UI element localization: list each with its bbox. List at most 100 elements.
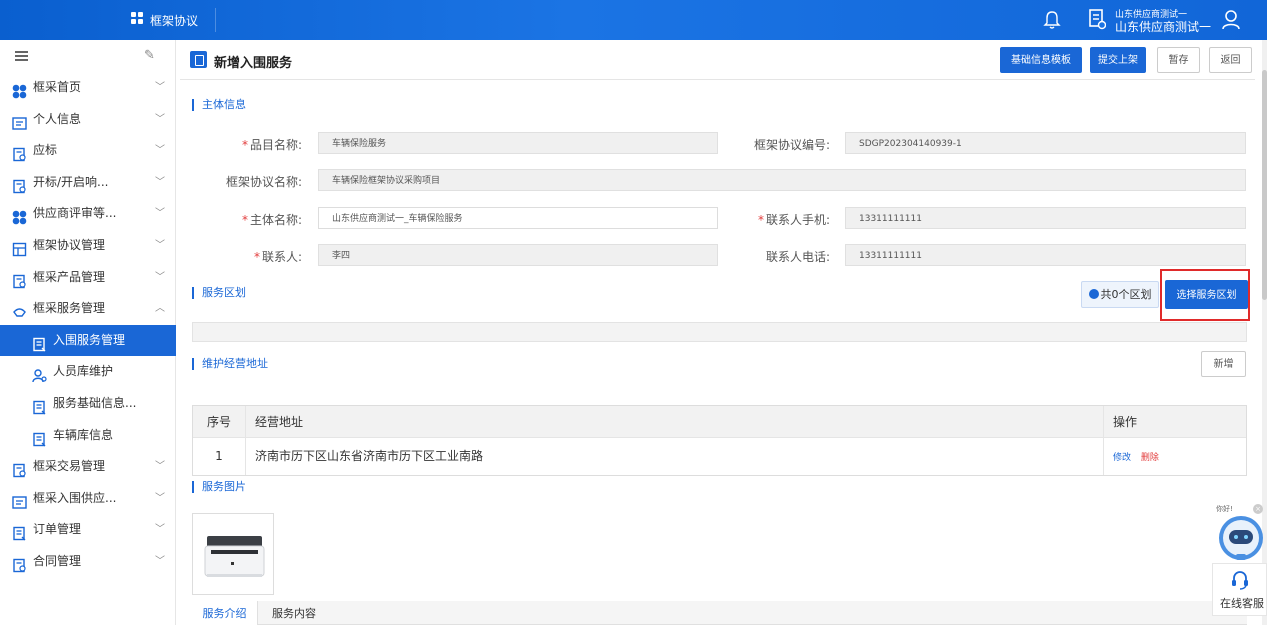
sidebar-item-label: 框采首页	[33, 80, 82, 94]
sidebar-item[interactable]: 个人信息 ﹀	[0, 104, 176, 135]
subject-name-label: * 主体名称:	[241, 213, 302, 227]
table-header-row: 序号 经营地址 操作	[193, 406, 1246, 438]
sidebar-item[interactable]: 合同管理 ﹀	[0, 546, 176, 577]
table-row: 1 济南市历下区山东省济南市历下区工业南路 修改 删除	[193, 438, 1246, 475]
sidebar-subitem[interactable]: 人员库维护	[0, 356, 176, 387]
doc-icon	[12, 459, 27, 478]
sidebar-item-label: 框采服务管理	[33, 301, 106, 316]
draft-button[interactable]: 暂存	[1157, 47, 1200, 73]
section-title-images: 服务图片	[192, 481, 246, 493]
col-header-address: 经营地址	[255, 415, 304, 429]
sidebar-item[interactable]: 开标/开启响... ﹀	[0, 167, 176, 198]
sidebar-item-label: 人员库维护	[53, 364, 114, 379]
service-image-thumbnail[interactable]	[192, 513, 274, 595]
sidebar-item-label: 服务基础信息...	[53, 396, 137, 410]
apps-grid-icon[interactable]	[131, 12, 144, 25]
online-service-label: 在线客服	[1220, 597, 1264, 610]
add-address-button[interactable]: 新增	[1201, 351, 1246, 377]
user-name-label[interactable]: 山东供应商测试一	[1115, 18, 1211, 35]
main-content: 新增入围服务 基础信息模板 提交上架 暂存 返回 主体信息 * 品目名称: 车辆保…	[180, 40, 1267, 625]
sidebar-item-label: 框架协议管理	[33, 238, 106, 252]
online-service-widget[interactable]: 在线客服	[1212, 563, 1267, 616]
doc-icon	[12, 175, 27, 193]
doc-icon	[12, 554, 27, 573]
item-name-label: * 品目名称:	[241, 138, 302, 152]
doc-icon	[12, 143, 27, 162]
agreement-name-field[interactable]: 车辆保险框架协议采购项目	[318, 169, 1246, 191]
divider	[215, 8, 216, 32]
doc-icon	[12, 270, 27, 288]
sidebar-item[interactable]: 供应商评审等... ﹀	[0, 198, 176, 229]
page-header: 新增入围服务 基础信息模板 提交上架 暂存 返回	[180, 40, 1255, 80]
id-card-icon	[12, 491, 27, 509]
info-icon	[1088, 289, 1099, 299]
chevron-down-icon: ﹀	[155, 176, 165, 188]
submit-button[interactable]: 提交上架	[1090, 47, 1146, 73]
user-avatar-icon[interactable]	[1221, 9, 1241, 30]
phone-field[interactable]: 13311111111	[845, 244, 1246, 266]
menu-toggle-icon[interactable]	[15, 51, 28, 61]
sidebar-item[interactable]: 框采服务管理 ︿	[0, 293, 176, 324]
agreement-no-field[interactable]: SDGP202304140939-1	[845, 132, 1246, 154]
row-actions: 修改 删除	[1103, 438, 1246, 475]
top-bar: 框架协议 山东供应商测试一 山东供应商测试一	[0, 0, 1267, 40]
sidebar-subitem[interactable]: 车辆库信息	[0, 420, 176, 451]
sidebar-item-label: 合同管理	[33, 554, 82, 568]
col-header-actions: 操作	[1103, 406, 1246, 437]
sidebar-item-label: 框采入围供应...	[33, 490, 117, 505]
sidebar-item[interactable]: 框采入围供应... ﹀	[0, 483, 176, 514]
chevron-down-icon: ﹀	[155, 240, 165, 251]
service-icon	[12, 301, 27, 317]
page-doc-icon	[190, 51, 207, 68]
clover-icon	[12, 206, 27, 225]
scrollbar-thumb[interactable]	[1262, 70, 1267, 300]
mobile-label: * 联系人手机:	[757, 213, 830, 227]
row-index: 1	[193, 438, 246, 475]
agreement-name-label: 框架协议名称:	[225, 175, 302, 189]
contact-field[interactable]: 李四	[318, 244, 718, 266]
tab-service-intro[interactable]: 服务介绍	[192, 601, 258, 625]
chevron-down-icon: ﹀	[155, 556, 165, 567]
sidebar-item[interactable]: 框采交易管理 ﹀	[0, 451, 176, 482]
sidebar-item[interactable]: 框架协议管理 ﹀	[0, 230, 176, 261]
item-name-field[interactable]: 车辆保险服务	[318, 132, 718, 154]
region-count-badge[interactable]: 共0个区划	[1081, 281, 1159, 308]
app-title: 框架协议	[150, 14, 199, 28]
chevron-down-icon: ﹀	[155, 113, 165, 125]
chevron-down-icon: ﹀	[155, 524, 165, 536]
headset-icon	[1232, 571, 1248, 590]
sidebar-item-label: 供应商评审等...	[33, 206, 117, 221]
sidebar-subitem[interactable]: 入围服务管理	[0, 324, 176, 356]
bell-icon[interactable]	[1043, 10, 1061, 30]
subject-name-input[interactable]: 山东供应商测试一_车辆保险服务	[318, 207, 718, 229]
contact-label: * 联系人:	[253, 250, 302, 264]
person-gear-icon	[32, 364, 47, 383]
phone-label: 联系人电话:	[765, 250, 830, 264]
page-title: 新增入围服务	[214, 56, 293, 71]
chevron-down-icon: ﹀	[155, 82, 165, 93]
region-list-area	[192, 322, 1247, 342]
sidebar-item-label: 入围服务管理	[53, 332, 126, 347]
pin-icon[interactable]: ✎	[144, 48, 155, 63]
tab-service-content[interactable]: 服务内容	[272, 601, 316, 625]
address-table: 序号 经营地址 操作 1 济南市历下区山东省济南市历下区工业南路 修改 删除	[192, 405, 1247, 476]
sidebar-item[interactable]: 框采首页 ﹀	[0, 72, 176, 103]
back-button[interactable]: 返回	[1209, 47, 1252, 73]
robot-assistant-icon[interactable]	[1214, 500, 1267, 562]
edit-link[interactable]: 修改	[1113, 453, 1131, 463]
template-button[interactable]: 基础信息模板	[1000, 47, 1082, 73]
mobile-field[interactable]: 13311111111	[845, 207, 1246, 229]
list-doc-icon	[32, 428, 47, 447]
section-title-address: 维护经营地址	[192, 358, 268, 370]
sidebar-item[interactable]: 订单管理 ﹀	[0, 514, 176, 545]
delete-link[interactable]: 删除	[1141, 453, 1159, 463]
sidebar-item[interactable]: 框采产品管理 ﹀	[0, 262, 176, 293]
document-icon[interactable]	[1089, 9, 1106, 30]
chevron-down-icon: ﹀	[155, 492, 165, 504]
chevron-down-icon: ﹀	[155, 145, 165, 157]
select-region-button[interactable]: 选择服务区划	[1165, 280, 1248, 309]
sidebar: ✎ 框采首页 ﹀ 个人信息 ﹀ 应标 ﹀ 开标/开启响... ﹀ 供应商评审等... ﹀ 框架协议管…	[0, 40, 176, 625]
sidebar-subitem[interactable]: 服务基础信息...	[0, 388, 176, 419]
list-doc-icon	[12, 522, 27, 541]
sidebar-item[interactable]: 应标 ﹀	[0, 135, 176, 166]
